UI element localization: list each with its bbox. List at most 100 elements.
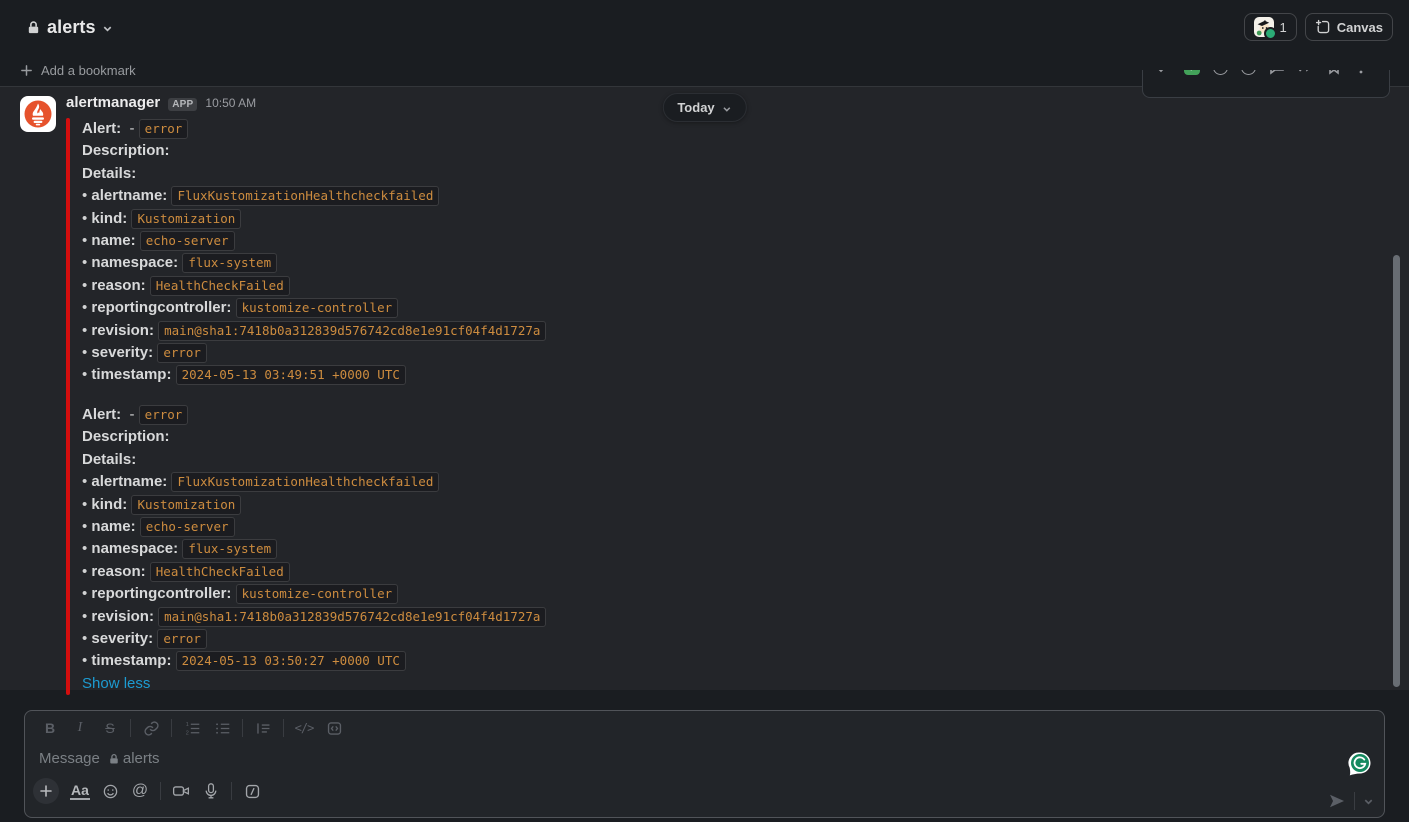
more-actions-icon[interactable]	[1354, 70, 1368, 75]
bullet: •	[82, 344, 91, 361]
channel-members-button[interactable]: 1	[1244, 13, 1297, 41]
bullet: •	[82, 254, 91, 271]
divider	[283, 719, 284, 737]
reply-thread-icon[interactable]	[1269, 70, 1285, 75]
bullet: •	[82, 210, 91, 227]
bookmark-icon[interactable]	[1327, 70, 1341, 75]
field-line: • alertname: FluxKustomizationHealthchec…	[82, 471, 546, 493]
field-label: revision:	[91, 322, 154, 339]
member-avatar	[1254, 17, 1274, 37]
bullet: •	[82, 518, 91, 535]
field-label: alertname:	[91, 187, 167, 204]
scrollbar-thumb[interactable]	[1393, 255, 1400, 687]
bullet: •	[82, 322, 91, 339]
field-line: • namespace: flux-system	[82, 252, 546, 274]
field-label: kind:	[91, 496, 127, 513]
code-chip: main@sha1:7418b0a312839d576742cd8e1e91cf…	[158, 321, 546, 341]
field-line: • reason: HealthCheckFailed	[82, 275, 546, 297]
italic-icon[interactable]: I	[65, 715, 95, 741]
link-icon[interactable]	[136, 715, 166, 741]
alert-block: Alert: - errorDescription: Details: • aler…	[82, 118, 546, 387]
label-text: Description:	[82, 428, 170, 445]
svg-text:1: 1	[185, 721, 188, 727]
slash-commands-button[interactable]	[237, 777, 267, 805]
video-clip-button[interactable]	[166, 777, 196, 805]
field-line: • alertname: FluxKustomizationHealthchec…	[82, 185, 546, 207]
channel-header: alerts 1	[0, 0, 1409, 54]
plus-icon	[20, 64, 33, 77]
divider	[160, 782, 161, 800]
code-chip: kustomize-controller	[236, 298, 399, 318]
code-chip: error	[139, 405, 189, 425]
field-label: name:	[91, 232, 135, 249]
attachment-color-bar	[66, 118, 70, 695]
date-pill[interactable]: Today	[662, 93, 746, 122]
field-label: kind:	[91, 210, 127, 227]
code-chip: main@sha1:7418b0a312839d576742cd8e1e91cf…	[158, 607, 546, 627]
show-less-link[interactable]: Show less	[82, 673, 150, 695]
divider	[1354, 792, 1355, 810]
field-line: • name: echo-server	[82, 230, 546, 252]
field-line: • revision: main@sha1:7418b0a312839d5767…	[82, 606, 546, 628]
app-badge: APP	[168, 98, 197, 111]
alertmanager-avatar[interactable]	[20, 96, 56, 132]
share-icon[interactable]	[1298, 70, 1314, 75]
canvas-button[interactable]: Canvas	[1305, 13, 1393, 41]
field-label: severity:	[91, 630, 153, 647]
field-label: timestamp:	[91, 366, 171, 383]
attachment: Alert: - errorDescription:Details:• aler…	[66, 118, 1389, 695]
bullet: •	[82, 496, 91, 513]
bullet: •	[82, 540, 91, 557]
message-actions-toolbar	[1142, 70, 1390, 98]
description-label: Description:	[82, 426, 546, 448]
bullet: •	[82, 473, 91, 490]
bold-icon[interactable]: B	[35, 715, 65, 741]
details-label: Details:	[82, 449, 546, 471]
send-button[interactable]	[1328, 792, 1346, 810]
add-reaction-icon[interactable]	[1241, 70, 1256, 75]
message-sender[interactable]: alertmanager	[66, 94, 160, 111]
emoji-button[interactable]	[95, 777, 125, 805]
check-reaction-icon[interactable]	[1155, 70, 1171, 75]
svg-text:2: 2	[185, 730, 188, 736]
input-placeholder-channel: alerts	[123, 750, 160, 767]
white-check-mark-emoji[interactable]	[1184, 70, 1200, 75]
attach-plus-button[interactable]	[33, 778, 59, 804]
alert-line: Alert: - error	[82, 118, 546, 140]
code-chip: error	[157, 629, 207, 649]
strikethrough-icon[interactable]: S	[95, 715, 125, 741]
channel-title-button[interactable]: alerts	[20, 13, 119, 42]
blockquote-icon[interactable]	[248, 715, 278, 741]
alert-label: Alert:	[82, 120, 121, 137]
label-text: Details:	[82, 165, 136, 182]
bullet: •	[82, 366, 91, 383]
code-block-icon[interactable]	[319, 715, 349, 741]
code-chip: flux-system	[182, 253, 277, 273]
field-line: • reason: HealthCheckFailed	[82, 561, 546, 583]
alert-line: Alert: - error	[82, 404, 546, 426]
message: alertmanager APP 10:50 AM Alert: - error…	[0, 87, 1409, 690]
ordered-list-icon[interactable]: 12	[177, 715, 207, 741]
bullet: •	[82, 232, 91, 249]
field-line: • reportingcontroller: kustomize-control…	[82, 583, 546, 605]
bulleted-list-icon[interactable]	[207, 715, 237, 741]
text-format-button[interactable]: Aa	[65, 777, 95, 805]
channel-name: alerts	[47, 17, 96, 38]
message-input[interactable]: Message alerts	[25, 745, 1384, 772]
field-label: namespace:	[91, 540, 178, 557]
emoji-reaction-icon[interactable]	[1213, 70, 1228, 75]
audio-clip-button[interactable]	[196, 777, 226, 805]
message-timestamp[interactable]: 10:50 AM	[205, 96, 256, 110]
send-options-chevron-icon[interactable]	[1363, 796, 1374, 807]
divider	[231, 782, 232, 800]
mention-button[interactable]: @	[125, 777, 155, 805]
description-label: Description:	[82, 140, 546, 162]
presence-dot	[1264, 27, 1277, 40]
add-bookmark-button[interactable]: Add a bookmark	[20, 63, 136, 78]
code-icon[interactable]: </>	[289, 715, 319, 741]
grammarly-icon[interactable]	[1348, 751, 1372, 776]
canvas-icon	[1315, 19, 1331, 35]
message-composer[interactable]: B I S 12 </> Message alerts	[24, 710, 1385, 818]
code-chip: 2024-05-13 03:50:27 +0000 UTC	[176, 651, 406, 671]
field-line: • timestamp: 2024-05-13 03:50:27 +0000 U…	[82, 650, 546, 672]
